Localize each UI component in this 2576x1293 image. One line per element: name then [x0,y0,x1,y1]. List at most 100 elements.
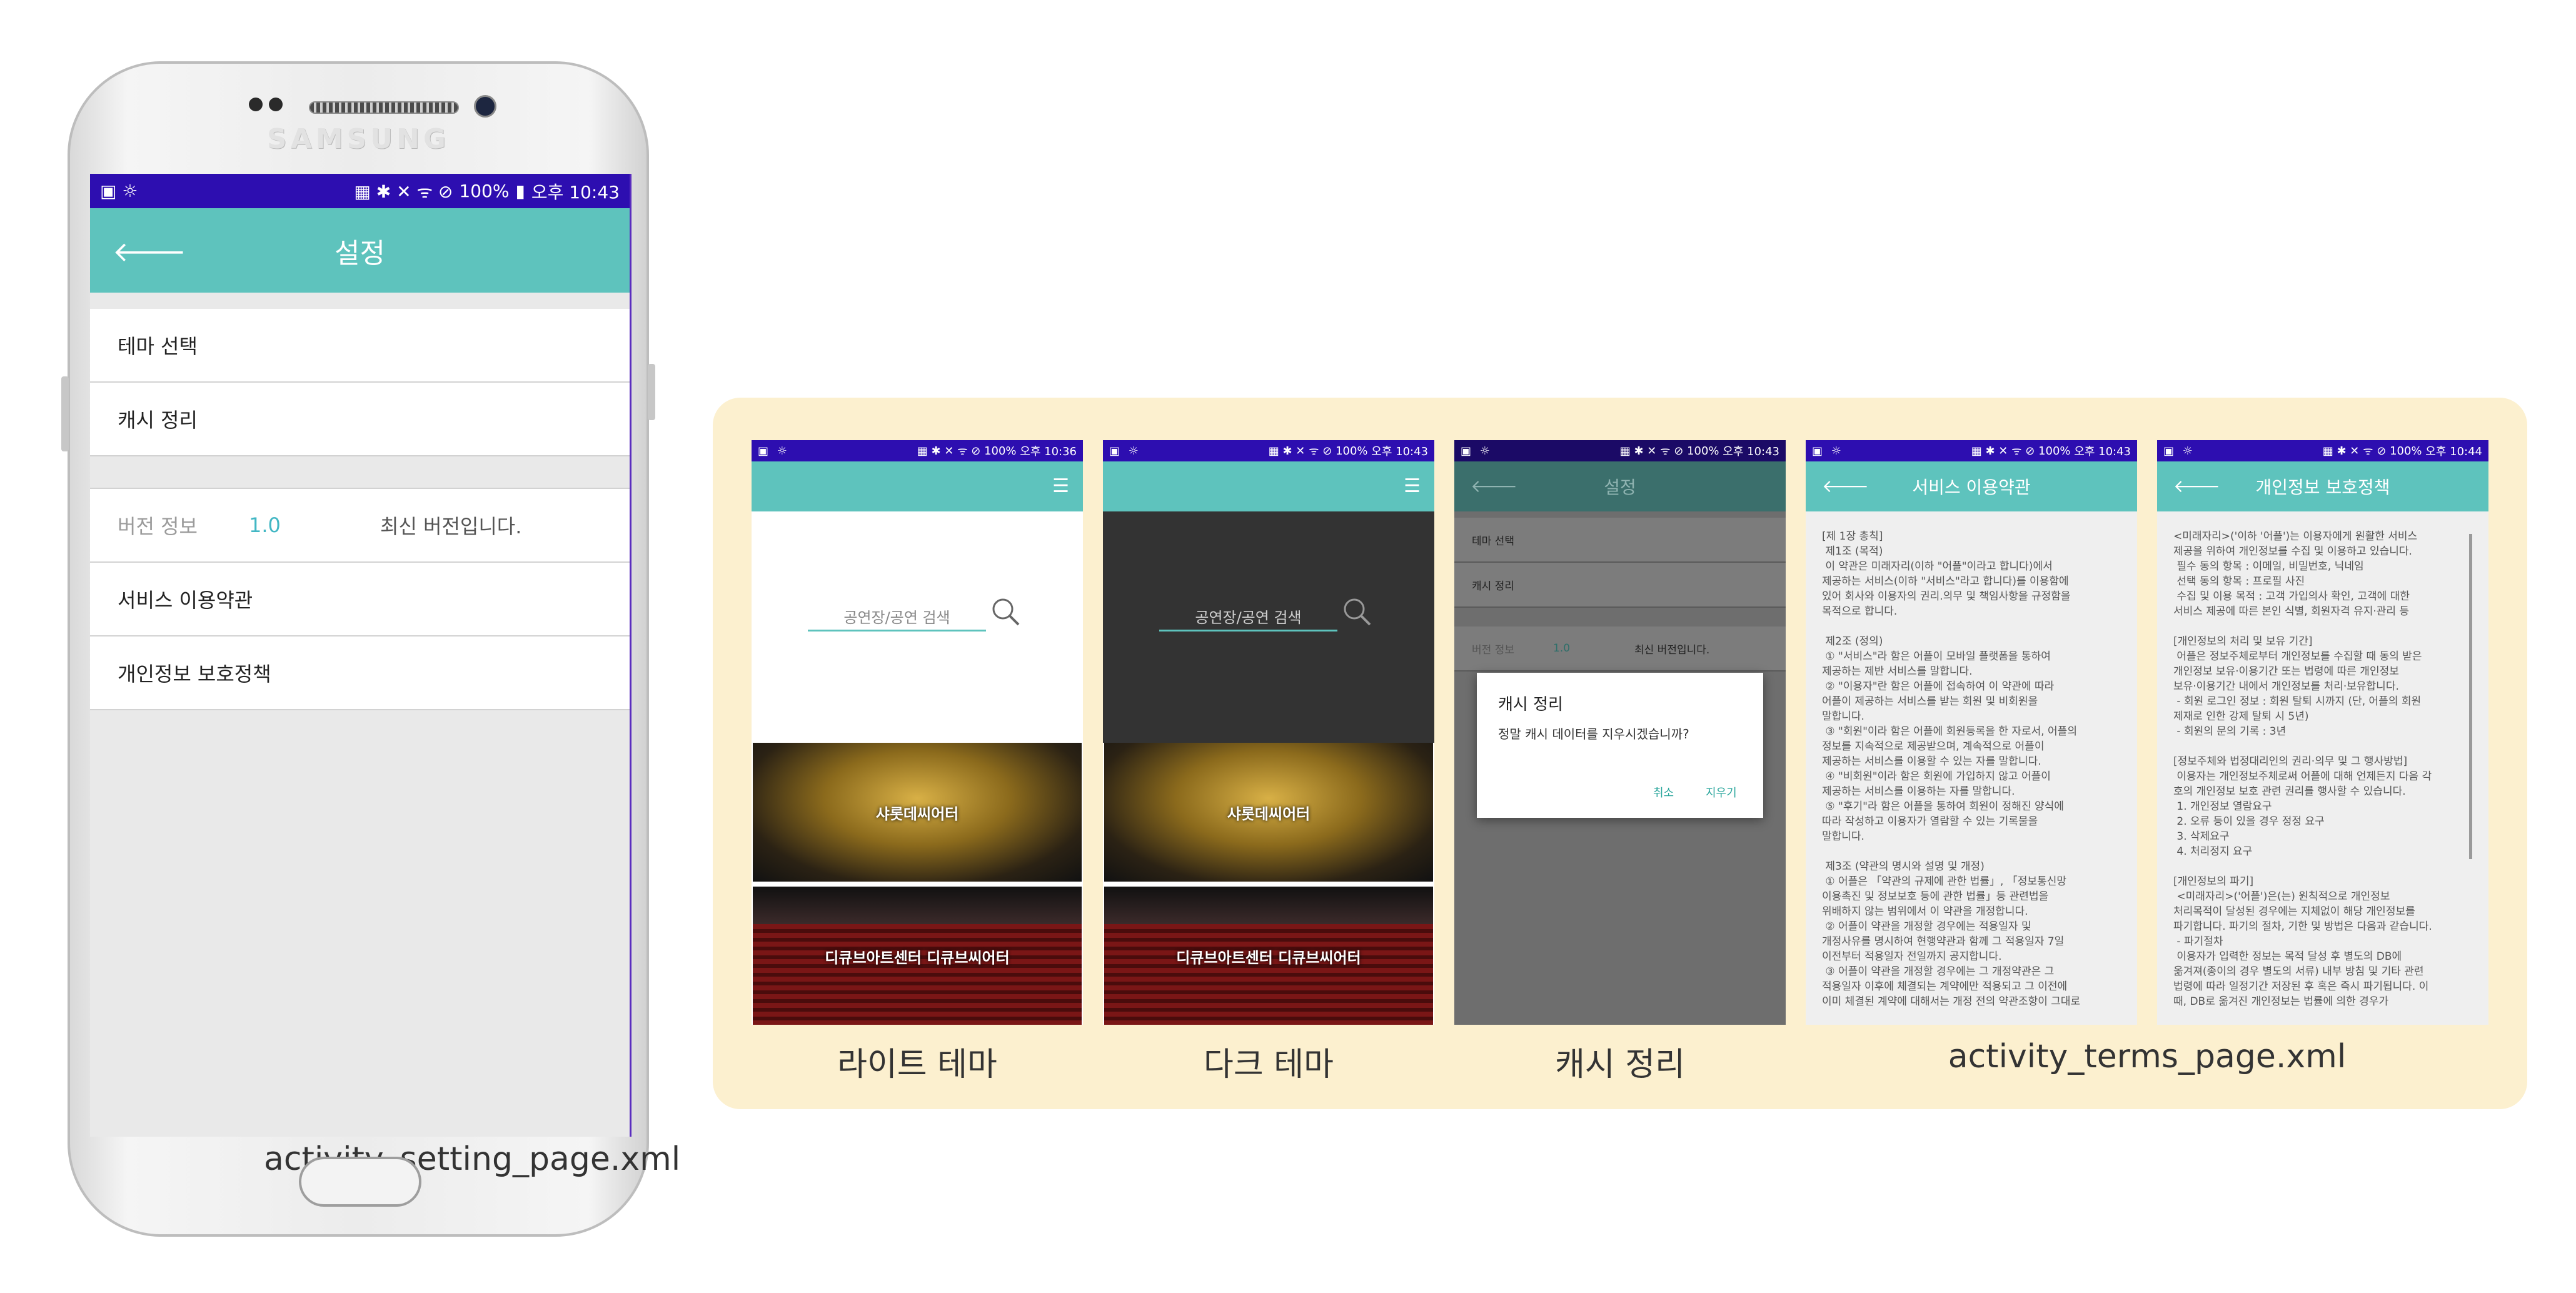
privacy-item[interactable]: 개인정보 보호정책 [90,636,630,710]
app-bar: ☰ [752,461,1083,511]
battery-level: 100% [2390,444,2422,458]
front-camera [474,95,496,118]
version-number: 1.0 [249,513,281,537]
search-input[interactable]: 공연장/공연 검색 [1159,605,1337,631]
status-left-icons: ▣ ☼ [758,444,790,458]
status-bar: ▣ ☼ ▦ ✱ ✕ ᯤ ⊘ 100% ▮ 오후 10:43 [90,174,630,208]
search-input[interactable]: 공연장/공연 검색 [808,605,986,631]
version-info-row: 버전 정보 1.0 최신 버전입니다. [90,489,630,563]
version-message: 최신 버전입니다. [380,515,522,538]
back-arrow-icon[interactable]: 🡐 [1822,475,1869,496]
power-button [648,364,655,420]
status-right-icons: ▦ ✱ ✕ ᯤ ⊘ [354,181,453,202]
battery-icon: ▮ [515,181,525,201]
terms-body: [제 1장 총칙] 제1조 (목적) 이 약관은 미래자리(이하 "어플"이라고… [1806,511,2137,1025]
status-left-icons: ▣ ☼ [1812,444,1844,458]
status-time: 오후 10:43 [1371,445,1428,458]
dark-theme-caption: 다크 테마 [1204,1046,1334,1084]
status-left-icons: ▣ ☼ [100,181,138,201]
back-arrow-icon[interactable]: 🡐 [113,234,186,268]
cancel-button[interactable]: 취소 [1653,784,1674,800]
screens-panel: ▣ ☼ ▦ ✱ ✕ ᯤ ⊘ 100% 오후 10:36 ☰ 공연장/공연 검색 … [713,398,2527,1109]
theme-select-item: 테마 선택 [1454,518,1786,563]
theme-select-label: 테마 선택 [1472,535,1514,548]
terms-label: 서비스 이용약관 [118,588,253,612]
app-bar: 🡐 서비스 이용약관 [1806,461,2137,511]
theme-select-item[interactable]: 테마 선택 [90,309,630,383]
cache-clear-item: 캐시 정리 [1454,563,1786,608]
dialog-title: 캐시 정리 [1498,695,1563,714]
version-number: 1.0 [1553,642,1571,655]
battery-level: 100% [459,181,510,201]
sensor-dot [269,98,283,111]
status-bar: ▣ ☼ ▦ ✱ ✕ ᯤ ⊘ 100% 오후 10:36 [752,440,1083,461]
cache-clear-dialog: 캐시 정리 정말 캐시 데이터를 지우시겠습니까? 취소 지우기 [1477,673,1763,818]
version-info-row: 버전 정보 1.0 최신 버전입니다. [1454,626,1786,672]
status-bar: ▣ ☼ ▦ ✱ ✕ ᯤ ⊘ 100% 오후 10:43 [1806,440,2137,461]
status-right-icons: ▦ ✱ ✕ ᯤ ⊘ [1971,445,2035,458]
home-button [299,1157,421,1207]
status-right-icons: ▦ ✱ ✕ ᯤ ⊘ [917,445,981,458]
status-left-icons: ▣ ☼ [1109,444,1141,458]
dialog-message: 정말 캐시 데이터를 지우시겠습니까? [1498,727,1689,742]
earpiece-speaker [309,101,459,114]
theme-select-label: 테마 선택 [118,335,198,358]
spacer [90,456,630,489]
sensor-dot [249,98,263,111]
cache-clear-item[interactable]: 캐시 정리 [90,383,630,456]
venue-name: 디큐브아트센터 디큐브씨어터 [825,948,1010,967]
terms-caption: activity_terms_page.xml [1948,1038,2347,1075]
phone-mockup: SAMSUNG ▣ ☼ ▦ ✱ ✕ ᯤ ⊘ 100% ▮ 오후 10:43 🡐 … [61,61,680,1237]
confirm-clear-button[interactable]: 지우기 [1706,784,1737,800]
privacy-body: <미래자리>('이하 '어플')는 이용자에게 원활한 서비스 제공을 위하여 … [2157,511,2488,1025]
venue-card[interactable]: 디큐브아트센터 디큐브씨어터 [1104,887,1433,1025]
light-theme-caption: 라이트 테마 [837,1046,997,1084]
search-area: 공연장/공연 검색 [1103,511,1434,743]
cache-clear-label: 캐시 정리 [118,408,198,432]
back-arrow-icon[interactable]: 🡐 [2173,475,2220,496]
brand-logo: SAMSUNG [267,123,450,155]
light-theme-screen: ▣ ☼ ▦ ✱ ✕ ᯤ ⊘ 100% 오후 10:36 ☰ 공연장/공연 검색 … [752,440,1083,1025]
privacy-screen: ▣ ☼ ▦ ✱ ✕ ᯤ ⊘ 100% 오후 10:44 🡐 개인정보 보호정책 … [2157,440,2488,1025]
status-time: 오후 10:43 [2074,445,2131,458]
back-arrow-icon[interactable]: 🡐 [1471,475,1517,496]
status-bar: ▣ ☼ ▦ ✱ ✕ ᯤ ⊘ 100% 오후 10:43 [1103,440,1434,461]
venue-card[interactable]: 샤롯데씨어터 [753,743,1082,882]
app-bar: 🡐 설정 [1454,461,1786,511]
status-bar: ▣ ☼ ▦ ✱ ✕ ᯤ ⊘ 100% 오후 10:43 [1454,440,1786,461]
status-time: 오후 10:43 [531,181,620,203]
status-time: 오후 10:43 [1723,445,1779,458]
menu-icon[interactable]: ☰ [1404,475,1421,497]
status-bar: ▣ ☼ ▦ ✱ ✕ ᯤ ⊘ 100% 오후 10:44 [2157,440,2488,461]
status-right-icons: ▦ ✱ ✕ ᯤ ⊘ [1619,445,1684,458]
cache-caption: 캐시 정리 [1555,1046,1685,1084]
venue-card[interactable]: 디큐브아트센터 디큐브씨어터 [753,887,1082,1025]
version-message: 최신 버전입니다. [1634,643,1710,657]
status-time: 오후 10:44 [2425,445,2482,458]
search-icon[interactable] [1342,596,1372,626]
scrollbar[interactable] [2469,534,2472,859]
status-right-icons: ▦ ✱ ✕ ᯤ ⊘ [1268,445,1332,458]
cache-dialog-screen: ▣ ☼ ▦ ✱ ✕ ᯤ ⊘ 100% 오후 10:43 🡐 설정 테마 선택 캐… [1454,440,1786,1025]
version-label: 버전 정보 [118,515,198,538]
app-bar: 🡐 설정 [90,208,630,293]
venue-name: 디큐브아트센터 디큐브씨어터 [1176,948,1361,967]
status-time: 오후 10:36 [1020,445,1077,458]
status-right-icons: ▦ ✱ ✕ ᯤ ⊘ [2322,445,2387,458]
search-area: 공연장/공연 검색 [752,511,1083,743]
setting-screen: ▣ ☼ ▦ ✱ ✕ ᯤ ⊘ 100% ▮ 오후 10:43 🡐 설정 테마 선택… [90,174,631,1137]
menu-icon[interactable]: ☰ [1052,475,1069,497]
terms-item[interactable]: 서비스 이용약관 [90,563,630,636]
venue-name: 샤롯데씨어터 [875,805,959,823]
spacer [90,293,630,309]
volume-button [61,376,69,451]
status-left-icons: ▣ ☼ [2163,444,2195,458]
battery-level: 100% [1336,444,1368,458]
battery-level: 100% [2038,444,2071,458]
app-bar: ☰ [1103,461,1434,511]
status-left-icons: ▣ ☼ [1461,444,1492,458]
search-icon[interactable] [990,596,1020,626]
venue-card[interactable]: 샤롯데씨어터 [1104,743,1433,882]
terms-screen: ▣ ☼ ▦ ✱ ✕ ᯤ ⊘ 100% 오후 10:43 🡐 서비스 이용약관 [… [1806,440,2137,1025]
battery-level: 100% [1687,444,1719,458]
